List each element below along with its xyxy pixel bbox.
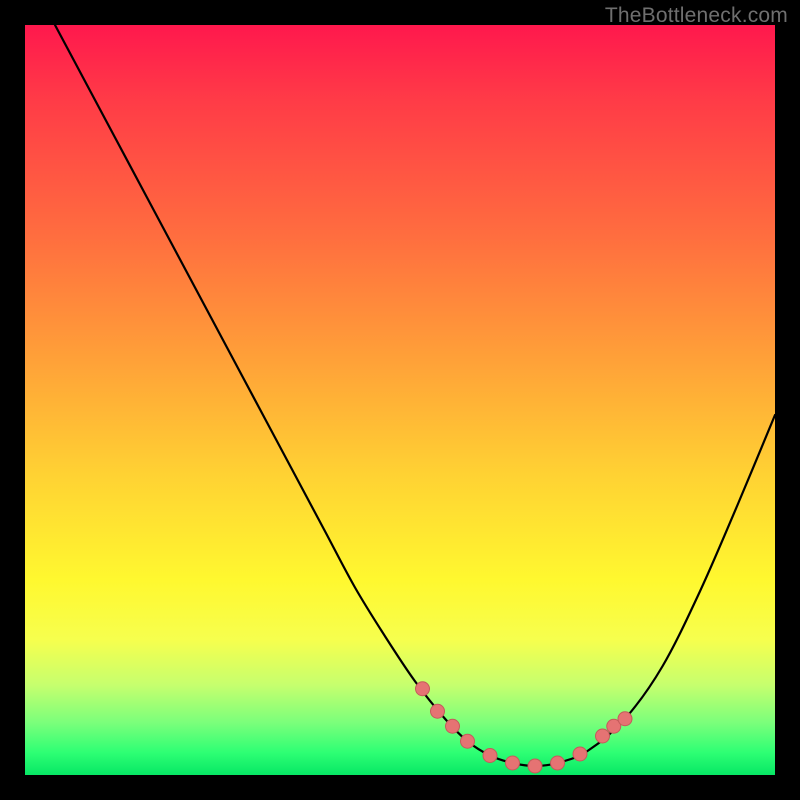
chart-plot-area [25, 25, 775, 775]
marker-point [506, 756, 520, 770]
marker-point [416, 682, 430, 696]
marker-point [446, 719, 460, 733]
marker-point [551, 756, 565, 770]
marker-point [596, 729, 610, 743]
marker-point [528, 759, 542, 773]
marker-point [461, 734, 475, 748]
watermark-text: TheBottleneck.com [605, 4, 788, 28]
chart-svg [25, 25, 775, 775]
marker-point [573, 747, 587, 761]
marker-point [483, 749, 497, 763]
marker-point [431, 704, 445, 718]
chart-frame: TheBottleneck.com [0, 0, 800, 800]
marker-point [618, 712, 632, 726]
bottleneck-curve [55, 25, 775, 766]
marker-group [416, 682, 633, 773]
